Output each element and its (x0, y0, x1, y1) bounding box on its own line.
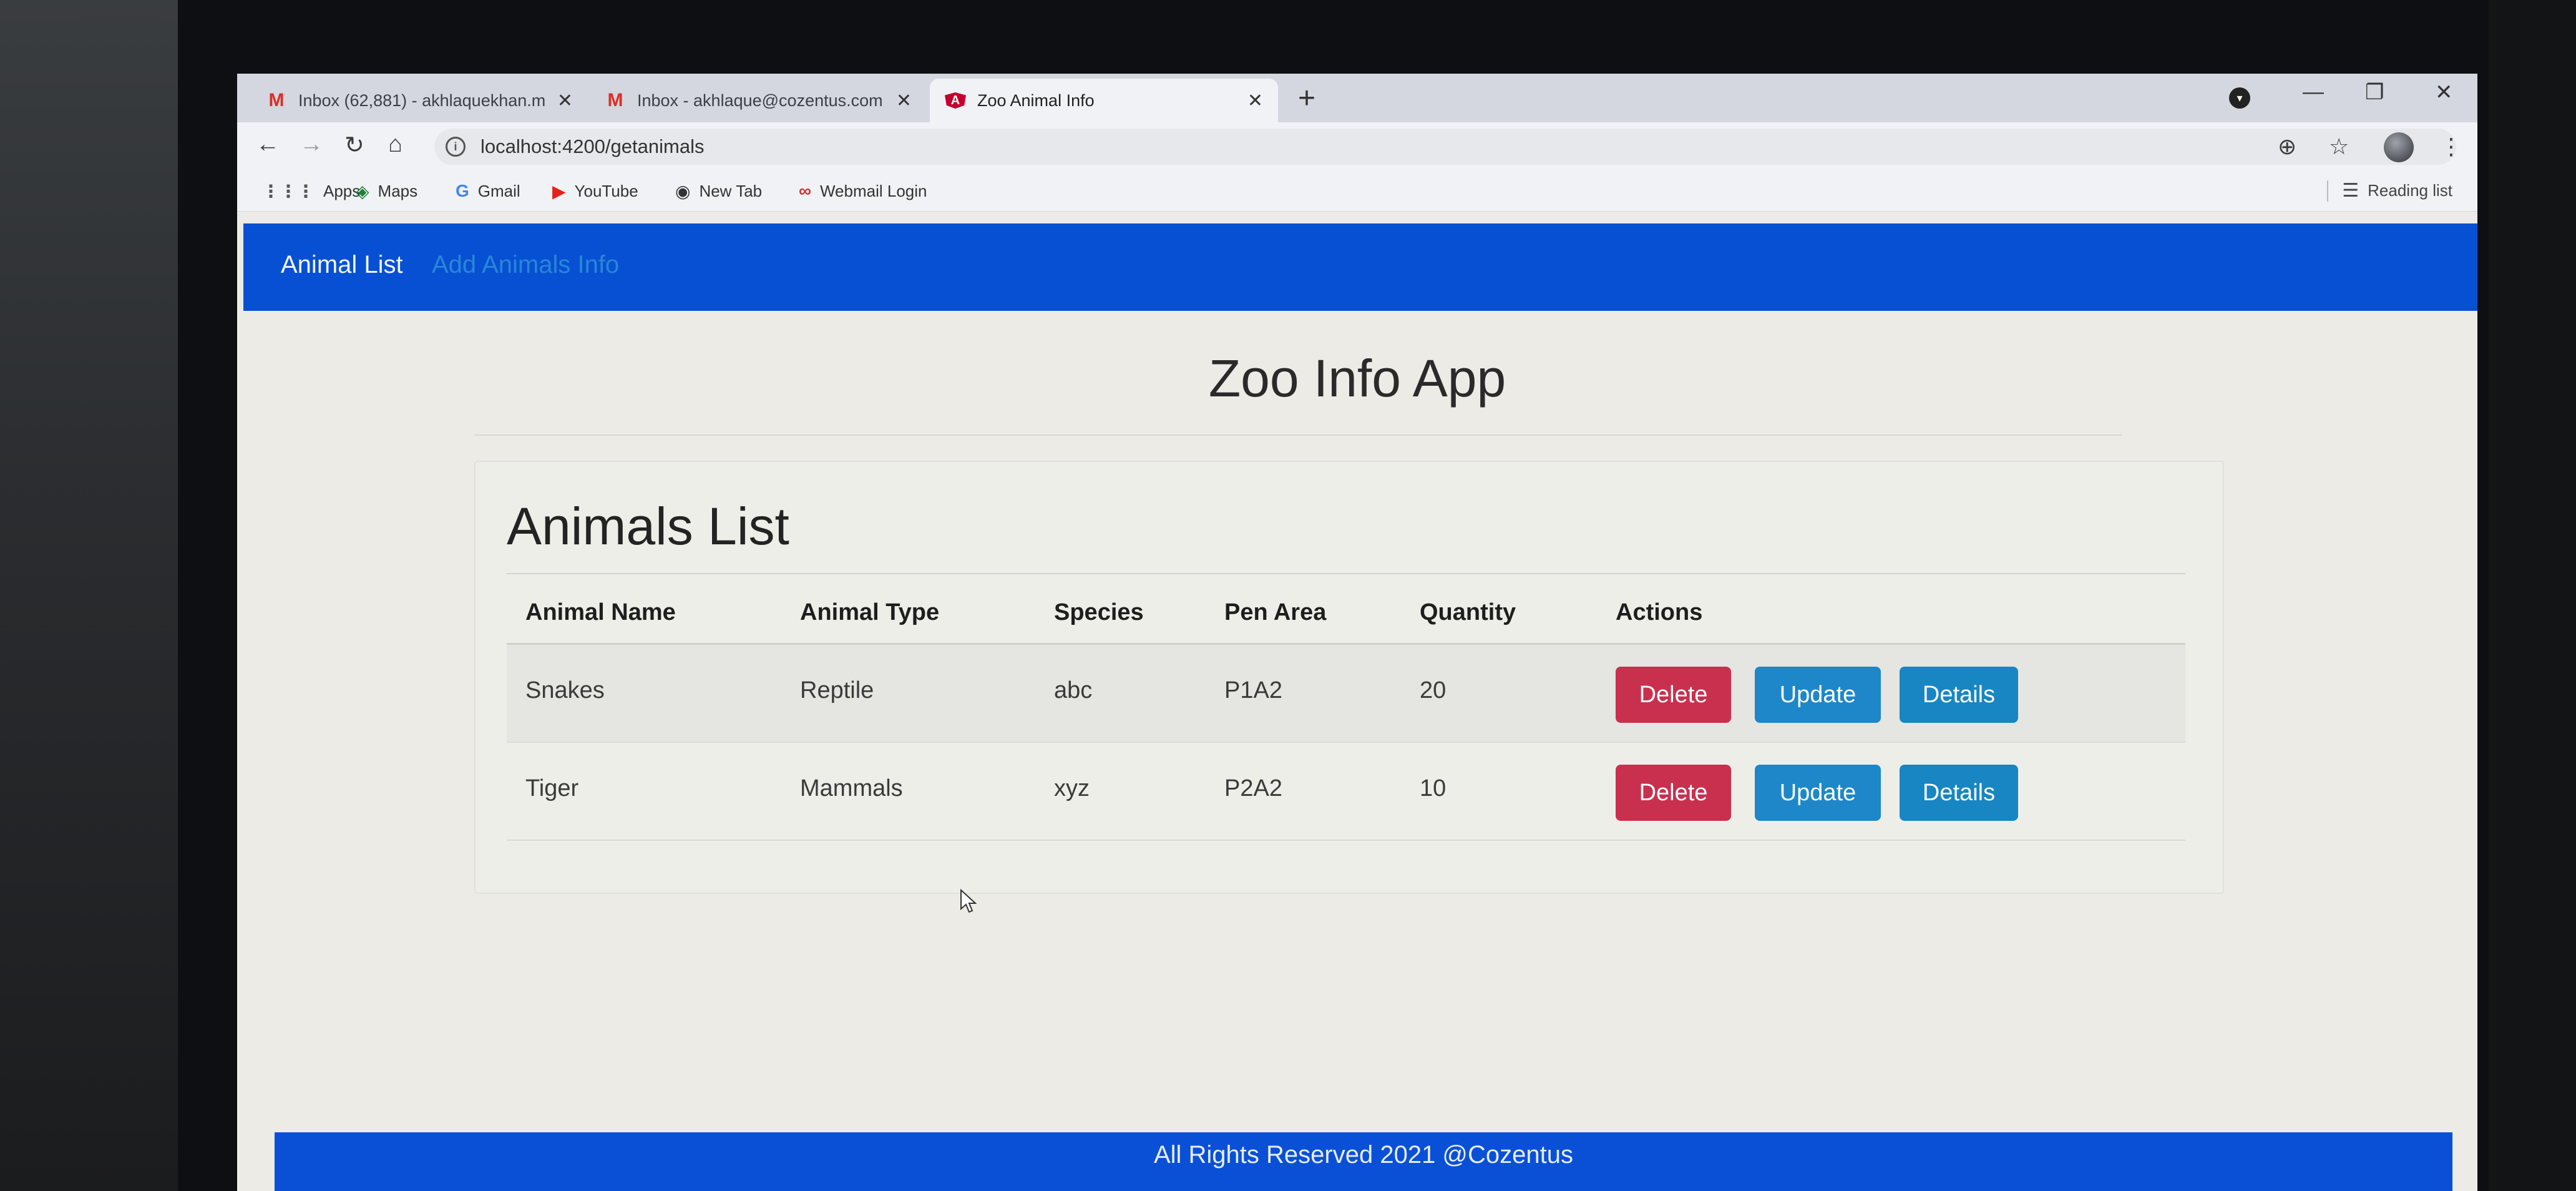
cell-quantity: 20 (1420, 677, 1447, 703)
bookmark-label: Maps (378, 182, 418, 200)
column-header: Quantity (1420, 599, 1516, 625)
page-footer: All Rights Reserved 2021 @Cozentus (275, 1132, 2452, 1191)
desk-background (0, 0, 181, 1191)
tab-strip: M Inbox (62,881) - akhlaquekhan.m ✕ M In… (237, 74, 2477, 122)
bookmark-apps[interactable]: ⋮⋮⋮ Apps (262, 181, 360, 202)
column-header: Pen Area (1224, 599, 1327, 625)
back-arrow-icon[interactable]: ← (256, 131, 280, 158)
app-navbar: Animal List Add Animals Info (243, 223, 2477, 311)
gmail-icon: M (607, 90, 623, 110)
globe-icon: ◉ (675, 182, 691, 201)
url-text: localhost:4200/getanimals (481, 135, 705, 157)
nav-add-animals-info-link[interactable]: Add Animals Info (432, 251, 619, 279)
address-bar[interactable]: i localhost:4200/getanimals (434, 129, 2456, 165)
webmail-icon: ∞ (799, 181, 811, 200)
tab-title: Inbox (62,881) - akhlaquekhan.m (298, 91, 546, 110)
column-header: Animal Type (800, 599, 940, 625)
new-tab-plus-icon[interactable]: + (1298, 81, 1315, 115)
close-icon[interactable]: ✕ (896, 90, 912, 112)
table-row: Tiger Mammals xyz P2A2 10 Delete Update … (507, 743, 2185, 841)
table-row: Snakes Reptile abc P1A2 20 Delete Update… (507, 645, 2185, 743)
restore-icon[interactable]: ❐ (2365, 80, 2384, 105)
angular-icon: A (945, 92, 966, 109)
gmail-icon: M (268, 90, 285, 110)
column-header: Species (1054, 599, 1144, 625)
footer-text: All Rights Reserved 2021 @Cozentus (1153, 1141, 1574, 1169)
tab-title: Zoo Animal Info (977, 91, 1095, 110)
delete-button[interactable]: Delete (1616, 765, 1731, 821)
cell-pen-area: P2A2 (1224, 775, 1282, 801)
tab-gmail-inbox-2[interactable]: M Inbox - akhlaque@cozentus.com ✕ (590, 79, 927, 122)
cell-quantity: 10 (1420, 775, 1447, 801)
star-bookmark-icon[interactable]: ☆ (2329, 134, 2349, 160)
bookmark-label: Webmail Login (819, 181, 927, 200)
update-button[interactable]: Update (1755, 765, 1881, 821)
close-window-icon[interactable]: ✕ (2435, 80, 2453, 105)
table-header: Animal Name Animal Type Species Pen Area… (507, 581, 2185, 645)
card-title: Animals List (507, 497, 789, 556)
column-header: Actions (1616, 599, 1703, 625)
browser-window: M Inbox (62,881) - akhlaquekhan.m ✕ M In… (237, 74, 2477, 1191)
bookmark-webmail-login[interactable]: ∞ Webmail Login (799, 181, 927, 201)
bookmark-new-tab[interactable]: ◉ New Tab (675, 181, 762, 202)
apps-grid-icon: ⋮⋮⋮ (262, 182, 315, 201)
site-info-icon[interactable]: i (446, 137, 466, 157)
reading-list-button[interactable]: ☰ Reading list (2327, 180, 2452, 202)
bookmark-gmail[interactable]: G Gmail (456, 181, 520, 201)
cell-animal-type: Reptile (800, 677, 874, 703)
divider (474, 434, 2122, 436)
cell-pen-area: P1A2 (1224, 677, 1282, 703)
animals-card: Animals List Animal Name Animal Type Spe… (474, 461, 2224, 894)
google-icon: G (456, 181, 469, 200)
bookmark-label: Apps (323, 182, 361, 200)
close-icon[interactable]: ✕ (557, 90, 573, 112)
column-header: Animal Name (525, 599, 676, 625)
close-icon[interactable]: ✕ (1247, 90, 1263, 112)
bookmark-label: YouTube (574, 182, 638, 200)
cell-species: xyz (1054, 775, 1090, 801)
bookmark-youtube[interactable]: ▶ YouTube (552, 181, 638, 202)
zoom-icon[interactable]: ⊕ (2278, 134, 2296, 160)
bookmark-label: New Tab (699, 182, 763, 200)
more-menu-icon[interactable]: ⋮ (2440, 134, 2462, 160)
tab-zoo-animal-info[interactable]: A Zoo Animal Info ✕ (930, 79, 1278, 122)
cell-animal-name: Tiger (525, 775, 579, 801)
details-button[interactable]: Details (1900, 667, 2018, 723)
reading-list-label: Reading list (2368, 181, 2452, 200)
reading-list-icon: ☰ (2342, 180, 2359, 201)
tab-gmail-inbox-1[interactable]: M Inbox (62,881) - akhlaquekhan.m ✕ (251, 79, 588, 122)
reload-icon[interactable]: ↻ (344, 131, 364, 159)
cell-animal-type: Mammals (800, 775, 903, 801)
cell-species: abc (1054, 677, 1093, 703)
bookmarks-bar: ⋮⋮⋮ Apps ◈ Maps G Gmail ▶ YouTube ◉ New … (237, 172, 2477, 212)
youtube-icon: ▶ (552, 182, 566, 201)
browser-toolbar: ← → ↻ ⌂ i localhost:4200/getanimals ⊕ ☆ … (237, 122, 2477, 172)
bookmark-label: Gmail (477, 181, 520, 200)
mouse-cursor-icon (960, 889, 977, 913)
forward-arrow-icon[interactable]: → (300, 131, 323, 158)
minimize-icon[interactable]: — (2303, 80, 2324, 104)
divider (507, 573, 2185, 574)
divider (2327, 180, 2329, 202)
details-button[interactable]: Details (1900, 765, 2018, 821)
maps-icon: ◈ (356, 182, 369, 201)
tab-title: Inbox - akhlaque@cozentus.com (637, 91, 883, 110)
cell-animal-name: Snakes (525, 677, 605, 703)
home-icon[interactable]: ⌂ (388, 131, 402, 158)
nav-animal-list-link[interactable]: Animal List (281, 251, 403, 279)
desk-background-right (2489, 0, 2576, 1191)
profile-avatar[interactable] (2384, 132, 2414, 162)
tab-search-icon[interactable]: ▾ (2229, 87, 2250, 109)
bookmark-maps[interactable]: ◈ Maps (356, 181, 417, 202)
update-button[interactable]: Update (1755, 667, 1881, 723)
page-title: Zoo Info App (1208, 349, 1506, 408)
delete-button[interactable]: Delete (1616, 667, 1731, 723)
